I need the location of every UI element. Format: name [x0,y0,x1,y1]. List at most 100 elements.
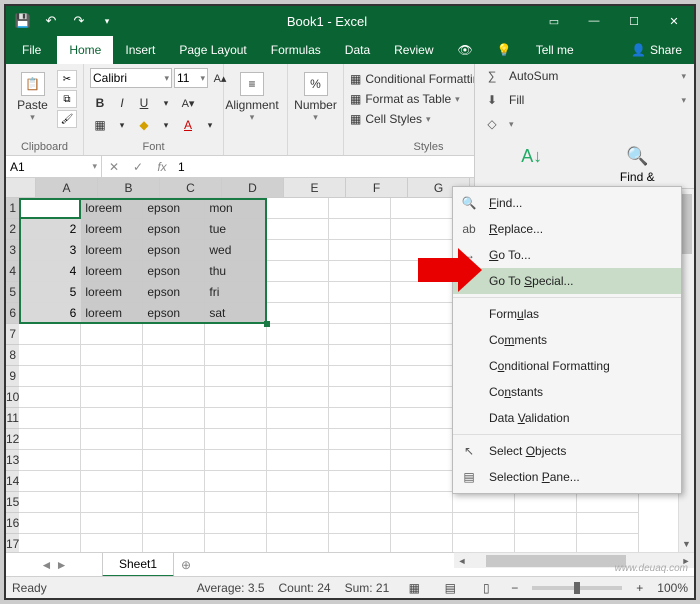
cell[interactable] [267,471,329,492]
cell[interactable] [143,492,205,513]
cell[interactable] [205,513,267,534]
menu-data-validation[interactable]: Data Validation [453,405,681,431]
cell[interactable] [329,303,391,324]
cell[interactable] [329,240,391,261]
cell[interactable] [267,534,329,552]
tab-insert[interactable]: Insert [113,36,167,64]
cell[interactable] [81,366,143,387]
cell[interactable] [329,471,391,492]
minimize-button[interactable]: — [574,6,614,36]
share-button[interactable]: 👤Share [619,36,694,64]
cell[interactable] [267,345,329,366]
menu-comments[interactable]: Comments [453,327,681,353]
cell[interactable] [267,240,329,261]
enter-formula-icon[interactable]: ✓ [126,160,150,174]
clear-button[interactable]: ◇▾ [475,112,694,136]
fontcolor-more-icon[interactable]: ▾ [200,115,220,135]
cell[interactable] [267,450,329,471]
cell[interactable] [81,450,143,471]
copy-icon[interactable]: ⧉ [57,90,77,108]
cell[interactable] [81,408,143,429]
tab-home[interactable]: Home [57,36,113,64]
format-as-table-button[interactable]: ▦Format as Table▾ [350,90,460,108]
cell[interactable]: loreem [81,198,143,219]
qat-customize-icon[interactable]: ▾ [94,8,120,34]
col-header[interactable]: C [160,178,222,197]
cell[interactable] [329,261,391,282]
row-header[interactable]: 5 [6,282,19,303]
cell[interactable]: tue [205,219,267,240]
border-icon[interactable]: ▦ [90,115,110,135]
cell[interactable] [329,513,391,534]
cell[interactable] [81,513,143,534]
cell[interactable]: 2 [19,219,81,240]
row-header[interactable]: 10 [6,387,19,408]
col-header[interactable]: F [346,178,408,197]
cell[interactable] [205,387,267,408]
fill-more-icon[interactable]: ▾ [156,115,176,135]
cell[interactable] [19,534,81,552]
cell[interactable] [267,387,329,408]
cell[interactable] [19,513,81,534]
cell[interactable] [453,534,515,552]
cell[interactable] [329,198,391,219]
cell[interactable] [19,345,81,366]
redo-icon[interactable]: ↷ [66,8,92,34]
cell[interactable] [205,492,267,513]
sort-filter-button[interactable]: A↓ [483,140,581,184]
cancel-formula-icon[interactable]: ✕ [102,160,126,174]
cell[interactable] [267,219,329,240]
cell[interactable]: epson [143,240,205,261]
cell[interactable] [205,429,267,450]
cell[interactable] [577,513,639,534]
cell[interactable]: 1 [19,198,81,219]
scroll-left-icon[interactable]: ◄ [454,556,470,566]
format-painter-icon[interactable]: 🖌 [57,110,77,128]
menu-conditional-formatting[interactable]: Conditional Formatting [453,353,681,379]
cell[interactable] [329,408,391,429]
cell[interactable] [329,345,391,366]
menu-selection-pane[interactable]: ▤Selection Pane... [453,464,681,490]
cell[interactable]: epson [143,261,205,282]
zoom-handle[interactable] [574,582,580,594]
conditional-formatting-button[interactable]: ▦Conditional Formatting▾ [350,70,495,88]
cell[interactable] [143,324,205,345]
cell[interactable] [205,471,267,492]
border-more-icon[interactable]: ▾ [112,115,132,135]
zoom-slider[interactable] [532,586,622,590]
cell[interactable]: loreem [81,303,143,324]
cell[interactable]: 3 [19,240,81,261]
add-sheet-button[interactable]: ⊕ [174,558,198,572]
row-header[interactable]: 17 [6,534,19,552]
cell[interactable] [81,429,143,450]
cell[interactable] [391,387,453,408]
close-button[interactable]: ✕ [654,6,694,36]
cell[interactable] [143,471,205,492]
cell[interactable]: sat [205,303,267,324]
cell[interactable] [329,492,391,513]
cell[interactable] [267,282,329,303]
cell[interactable] [19,366,81,387]
cell[interactable] [329,450,391,471]
cell[interactable]: 6 [19,303,81,324]
cell[interactable]: fri [205,282,267,303]
menu-constants[interactable]: Constants [453,379,681,405]
cell[interactable] [267,429,329,450]
cell[interactable] [329,534,391,552]
zoom-in-icon[interactable]: + [636,581,643,595]
cell[interactable] [143,534,205,552]
cell[interactable] [391,219,453,240]
shrink-font-icon[interactable]: A▾ [178,93,198,113]
menu-goto-special[interactable]: Go To Special... [453,268,681,294]
fill-color-icon[interactable]: ◆ [134,115,154,135]
cell[interactable]: loreem [81,240,143,261]
cell[interactable] [515,492,577,513]
cell[interactable] [143,513,205,534]
cell[interactable] [329,366,391,387]
cell[interactable] [391,282,453,303]
cell[interactable] [329,429,391,450]
cell[interactable] [329,387,391,408]
row-header[interactable]: 3 [6,240,19,261]
sheet-tab[interactable]: Sheet1 [102,553,174,577]
row-header[interactable]: 9 [6,366,19,387]
